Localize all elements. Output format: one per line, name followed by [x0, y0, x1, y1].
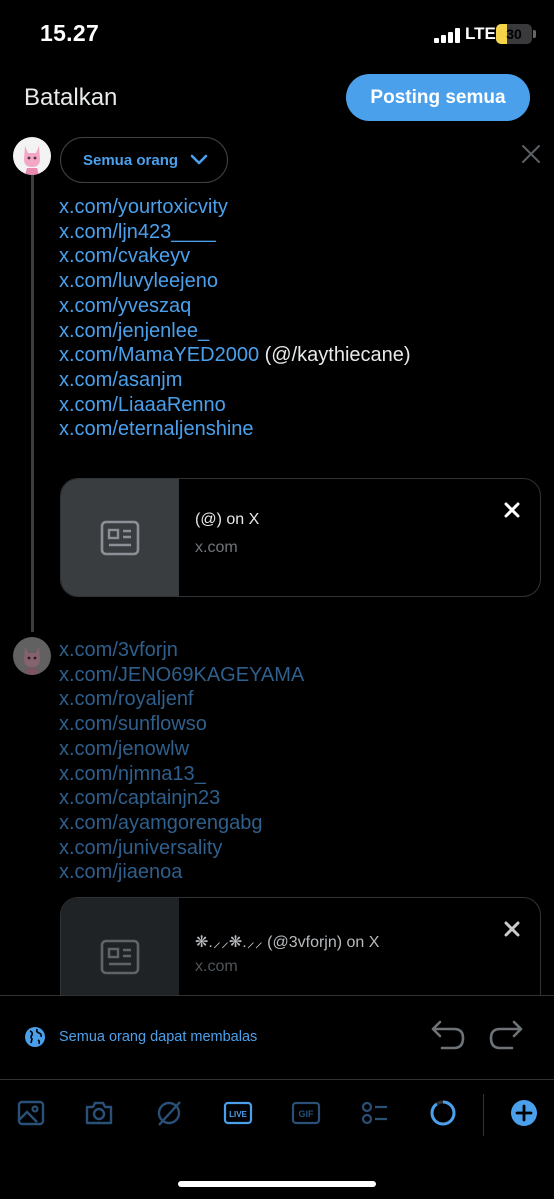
link-line[interactable]: x.com/ayamgorengabg: [59, 811, 304, 836]
link-line[interactable]: x.com/royaljenf: [59, 687, 304, 712]
link-line[interactable]: x.com/ljn423____: [59, 220, 411, 245]
status-bar: 15.27 LTE 30: [0, 0, 554, 66]
character-count-icon: [430, 1100, 456, 1126]
cellular-signal-icon: [434, 28, 460, 43]
live-icon-frame: LIVE: [223, 1101, 253, 1125]
close-icon[interactable]: [520, 143, 542, 165]
globe-icon: [25, 1027, 45, 1047]
link-line[interactable]: x.com/eternaljenshine: [59, 417, 411, 442]
link-line[interactable]: x.com/cvakeyv: [59, 244, 411, 269]
cancel-button[interactable]: Batalkan: [24, 84, 117, 112]
redo-icon[interactable]: [488, 1018, 524, 1052]
live-label: LIVE: [229, 1110, 247, 1119]
link-line[interactable]: x.com/luvyleejeno: [59, 269, 411, 294]
link-line[interactable]: x.com/yourtoxicvity: [59, 195, 411, 220]
composer-toolbar: LIVE GIF: [0, 1079, 554, 1151]
gif-icon-frame: GIF: [291, 1101, 321, 1125]
avatar-image: [24, 646, 40, 675]
undo-icon[interactable]: [430, 1018, 466, 1052]
remove-preview-icon[interactable]: [501, 918, 523, 940]
link-preview-domain: x.com: [195, 539, 238, 556]
thread-connector-line: [31, 170, 34, 632]
live-icon[interactable]: LIVE: [223, 1098, 253, 1128]
reply-settings-label[interactable]: Semua orang dapat membalas: [59, 1029, 257, 1045]
camera-icon[interactable]: [84, 1098, 114, 1128]
link-line[interactable]: x.com/3vforjn: [59, 638, 304, 663]
link-line[interactable]: x.com/asanjm: [59, 368, 411, 393]
link-preview-title: ❋.⸝⸝❋.⸝⸝ (@3vforjn) on X: [195, 934, 380, 951]
post-text[interactable]: x.com/yourtoxicvity x.com/ljn423____ x.c…: [59, 195, 411, 442]
gif-icon[interactable]: GIF: [291, 1098, 321, 1128]
link-preview-card[interactable]: (@) on X x.com: [60, 478, 541, 597]
link-preview-thumbnail: [61, 479, 179, 596]
battery-icon: 30: [496, 24, 532, 44]
link-preview-domain: x.com: [195, 958, 238, 975]
network-type: LTE: [465, 24, 496, 43]
article-icon: [100, 520, 140, 555]
audience-label: Semua orang: [83, 151, 179, 169]
gif-label: GIF: [299, 1109, 315, 1119]
avatar[interactable]: [13, 637, 51, 675]
link-line[interactable]: x.com/LiaaaRenno: [59, 393, 411, 418]
poll-icon[interactable]: [360, 1098, 390, 1128]
link-line[interactable]: x.com/juniversality: [59, 836, 304, 861]
link-line[interactable]: x.com/JENO69KAGEYAMA: [59, 663, 304, 688]
article-icon: [100, 939, 140, 974]
link-line[interactable]: x.com/MamaYED2000 (@/kaythiecane): [59, 343, 411, 368]
battery-percentage: 30: [506, 26, 522, 42]
remove-preview-icon[interactable]: [501, 499, 523, 521]
link-line[interactable]: x.com/njmna13_: [59, 762, 304, 787]
mention-text: (@/kaythiecane): [259, 344, 411, 367]
toolbar-divider: [483, 1094, 484, 1136]
battery-tip: [533, 30, 536, 38]
avatar-image: [24, 146, 40, 175]
reply-settings-row[interactable]: Semua orang dapat membalas: [0, 996, 554, 1078]
composer-bottom-bar: Semua orang dapat membalas LIVE GIF: [0, 995, 554, 1199]
add-post-icon[interactable]: [509, 1098, 539, 1128]
link-line[interactable]: x.com/jiaenoa: [59, 860, 304, 885]
post-all-button[interactable]: Posting semua: [346, 74, 530, 121]
link-line[interactable]: x.com/jenjenlee_: [59, 319, 411, 344]
post-text[interactable]: x.com/3vforjn x.com/JENO69KAGEYAMA x.com…: [59, 638, 304, 885]
chevron-down-icon: [190, 154, 208, 165]
link-line[interactable]: x.com/jenowlw: [59, 737, 304, 762]
link-line[interactable]: x.com/sunflowso: [59, 712, 304, 737]
avatar[interactable]: [13, 137, 51, 175]
home-indicator[interactable]: [178, 1181, 376, 1187]
link-line[interactable]: x.com/captainjn23: [59, 786, 304, 811]
image-icon[interactable]: [16, 1098, 46, 1128]
status-time: 15.27: [40, 20, 100, 46]
link-line[interactable]: x.com/yveszaq: [59, 294, 411, 319]
link-preview-title: (@) on X: [195, 511, 260, 528]
audience-selector[interactable]: Semua orang: [60, 137, 228, 183]
grok-icon[interactable]: [154, 1098, 184, 1128]
